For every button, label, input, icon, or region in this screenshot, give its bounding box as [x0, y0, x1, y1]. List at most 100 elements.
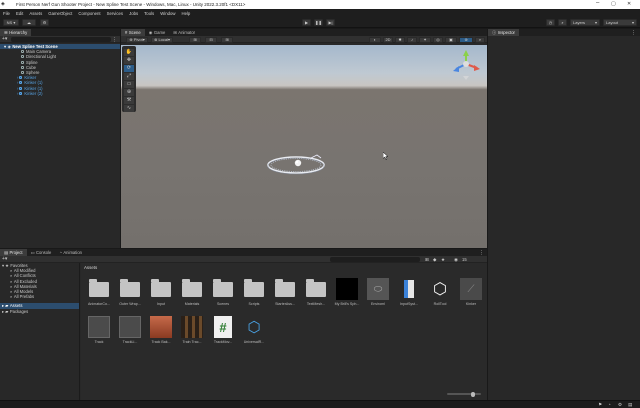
grid-snap-button[interactable]: ⊞ — [189, 37, 201, 43]
inspector-tab-bar: ⓘ Inspector — [488, 29, 640, 36]
menu-jobs[interactable]: Jobs — [129, 11, 138, 16]
filter-type-icon[interactable]: ⊞ — [425, 257, 429, 263]
asset-label: Materials — [184, 302, 200, 306]
maximize-button[interactable]: ▢ — [611, 1, 616, 7]
menu-assets[interactable]: Assets — [29, 11, 42, 16]
add-icon[interactable]: +▾ — [2, 256, 7, 262]
audio-toggle[interactable]: ♪ — [407, 37, 417, 43]
transform-tool-button[interactable]: ⊕ — [124, 89, 134, 96]
pause-button[interactable]: ❚❚ — [314, 19, 323, 26]
lighting-toggle[interactable]: ✹ — [395, 37, 405, 43]
pivot-dropdown[interactable]: ⊕ Pivot ▾ — [126, 37, 148, 43]
asset-item[interactable]: ⬭ Enviroml — [364, 277, 392, 306]
gizmos-button[interactable]: ⊛ — [459, 37, 473, 43]
asset-item[interactable]: ⟋ Kinker — [457, 277, 485, 306]
2d-toggle[interactable]: 2D — [383, 37, 393, 43]
menu-file[interactable]: File — [3, 11, 10, 16]
scene-search-button[interactable]: ⌕ — [475, 37, 485, 43]
favorite-icon[interactable]: ★ — [441, 257, 445, 263]
menu-help[interactable]: Help — [181, 11, 190, 16]
filter-label-icon[interactable]: ◆ — [433, 257, 436, 263]
move-tool-button[interactable]: ✥ — [124, 57, 134, 64]
tab-inspector[interactable]: ⓘ Inspector — [488, 29, 519, 36]
snap-increment-button[interactable]: ⊟ — [205, 37, 217, 43]
tab-animator[interactable]: ⊞ Animator — [169, 29, 199, 36]
tab-animation[interactable]: ◔ Animation — [55, 249, 86, 256]
asset-item[interactable]: StarterAss... — [271, 277, 299, 306]
hand-tool-button[interactable]: ✋ — [124, 49, 134, 56]
effects-dropdown[interactable]: ✦ — [419, 37, 431, 43]
inspector-more-icon[interactable]: ⋮ — [631, 30, 636, 36]
notification-icon[interactable]: ⚑ — [598, 402, 602, 408]
menu-window[interactable]: Window — [160, 11, 175, 16]
asset-item[interactable]: Train Trac... — [178, 315, 206, 344]
tab-label: Console — [35, 250, 52, 255]
asset-item[interactable]: Outer Wrap... — [116, 277, 144, 306]
history-button[interactable]: ◷ — [546, 19, 555, 26]
rotate-tool-button[interactable]: ⟳ — [124, 65, 134, 72]
scene-viewport[interactable]: ✋ ✥ ⟳ ⤢ ▭ ⊕ ⚒ ∿ — [121, 45, 487, 248]
scale-tool-button[interactable]: ⤢ — [124, 73, 134, 80]
material-thumbnail — [150, 316, 172, 338]
tree-item-packages[interactable]: ▸ ▰ Packages — [0, 309, 79, 314]
asset-item[interactable]: TrackLi... — [116, 315, 144, 344]
tab-console[interactable]: ▭ Console — [27, 249, 56, 256]
hidden-packages-icon[interactable]: ◉ — [454, 257, 458, 263]
menu-tools[interactable]: Tools — [144, 11, 154, 16]
play-button[interactable]: ▶ — [302, 19, 311, 26]
expand-arrow-icon: ▸ — [2, 308, 5, 314]
asset-item[interactable]: ⬡ UniversalR... — [240, 315, 268, 344]
camera-settings-button[interactable]: ▣ — [445, 37, 457, 43]
spline-tool-button[interactable]: ∿ — [124, 105, 134, 112]
tab-hierarchy[interactable]: ☰ Hierarchy — [0, 29, 32, 36]
account-dropdown[interactable]: NS ▾ — [3, 19, 19, 26]
menu-services[interactable]: Services — [107, 11, 123, 16]
asset-item[interactable]: Scenes — [209, 277, 237, 306]
asset-item[interactable]: InputSyst... — [395, 277, 423, 306]
rect-tool-button[interactable]: ▭ — [124, 81, 134, 88]
asset-item[interactable]: Track Bak... — [147, 315, 175, 344]
tab-project[interactable]: ▤ Project — [0, 249, 27, 256]
asset-item[interactable]: ⬡ RollTool — [426, 277, 454, 306]
asset-item[interactable]: Track — [85, 315, 113, 344]
asset-item[interactable]: # TrackMov... — [209, 315, 237, 344]
hierarchy-search-input[interactable] — [11, 36, 112, 42]
custom-tool-button[interactable]: ⚒ — [124, 97, 134, 104]
menu-gameobject[interactable]: GameObject — [48, 11, 72, 16]
menu-component[interactable]: Component — [78, 11, 100, 16]
tab-scene[interactable]: # Scene — [121, 29, 145, 36]
asset-item[interactable]: AnimatorCo... — [85, 277, 113, 306]
zoom-slider-handle[interactable] — [471, 391, 475, 397]
step-button[interactable]: ▶| — [326, 19, 335, 26]
add-icon[interactable]: +▾ — [2, 36, 7, 42]
asset-label: InputSyst... — [400, 302, 418, 306]
search-button[interactable]: ⌕ — [558, 19, 567, 26]
zoom-slider[interactable] — [447, 391, 481, 397]
debug-mode-icon[interactable]: ⚙ — [618, 402, 622, 408]
collab-button[interactable]: ⚙ — [40, 19, 49, 26]
grid-visibility-button[interactable]: ⊞ — [221, 37, 233, 43]
draw-mode-button[interactable]: ◐ — [369, 37, 381, 43]
asset-item[interactable]: My Brill's Sph... — [333, 277, 361, 306]
asset-item[interactable]: Materials — [178, 277, 206, 306]
local-dropdown[interactable]: ⊗ Local ▾ — [151, 37, 173, 43]
hierarchy-more-icon[interactable]: ⋮ — [112, 37, 117, 43]
close-window-button[interactable]: ✕ — [627, 1, 631, 7]
tab-game[interactable]: ◉ Game — [145, 29, 170, 36]
asset-item[interactable]: TextMesh... — [302, 277, 330, 306]
layers-dropdown[interactable]: Layers ▾ — [570, 19, 600, 26]
project-more-icon[interactable]: ⋮ — [479, 250, 484, 256]
hierarchy-item[interactable]: › Kinker (2) — [0, 91, 120, 96]
asset-item[interactable]: Input — [147, 277, 175, 306]
hidden-objects-toggle[interactable]: ◎ — [433, 37, 443, 43]
orientation-gizmo[interactable] — [447, 49, 485, 83]
spline-ring-object[interactable] — [265, 149, 327, 181]
menu-edit[interactable]: Edit — [16, 11, 23, 16]
project-search-input[interactable] — [330, 257, 420, 262]
minimize-button[interactable]: – — [596, 0, 599, 6]
progress-icon: ◔ — [608, 402, 611, 407]
chevron-down-icon: ▾ — [631, 20, 634, 25]
cloud-button[interactable]: ☁ — [22, 19, 36, 26]
layout-dropdown[interactable]: Layout ▾ — [603, 19, 637, 26]
asset-item[interactable]: Scripts — [240, 277, 268, 306]
